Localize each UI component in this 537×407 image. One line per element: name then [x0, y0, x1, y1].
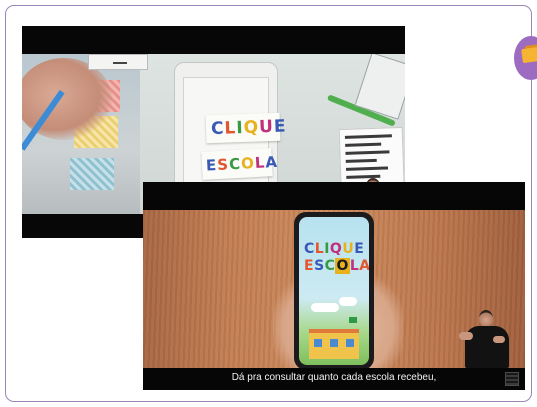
sign-language-interpreter: [453, 306, 519, 368]
logo-letter: E: [304, 258, 315, 274]
logo-letter: C: [228, 154, 242, 174]
logo-letter: O: [240, 154, 256, 173]
qr-code-icon: [505, 372, 519, 386]
logo-letter: C: [210, 118, 225, 140]
phone-screen: CLIQUE ESCOLA: [299, 217, 369, 365]
paper-note: [88, 54, 148, 70]
logo-card-escola: ESCOLA: [201, 148, 278, 180]
logo-letter: S: [314, 258, 325, 274]
cloud-illustration: [311, 303, 339, 312]
cloud-illustration: [339, 297, 357, 306]
logo-letter: L: [314, 241, 325, 257]
logo-letter: A: [359, 258, 369, 274]
logo-letter: C: [304, 241, 315, 257]
subtitle-bar: Dá pra consultar quanto cada escola rece…: [143, 368, 525, 390]
smartphone: CLIQUE ESCOLA: [294, 212, 374, 368]
app-logo: CLIQUE ESCOLA: [304, 241, 369, 275]
logo-letter: A: [264, 152, 279, 172]
logo-letter: U: [258, 116, 275, 138]
logo-letter: C: [324, 258, 336, 274]
logo-letter: S: [216, 155, 230, 175]
subtitle-text: Dá pra consultar quanto cada escola rece…: [231, 372, 437, 383]
school-building-illustration: [309, 329, 359, 359]
letterbox-top: [143, 182, 525, 210]
logo-letter: E: [273, 116, 287, 137]
logo-letter: U: [342, 241, 355, 257]
logo-letter: L: [349, 258, 360, 274]
logo-letter: E: [354, 241, 365, 257]
logo-card-clique: CLIQUE: [205, 112, 287, 144]
logo-letter: Q: [329, 241, 343, 257]
color-swatch-blue: [70, 158, 114, 190]
video-player-2[interactable]: CLIQUE ESCOLA Dá pra consultar quanto ca…: [143, 182, 525, 390]
logo-letter: Q: [243, 117, 260, 138]
letterbox-top: [22, 26, 405, 54]
video-frame-2: CLIQUE ESCOLA: [143, 210, 525, 368]
logo-letter: O: [335, 258, 350, 274]
flag-illustration: [349, 317, 357, 323]
